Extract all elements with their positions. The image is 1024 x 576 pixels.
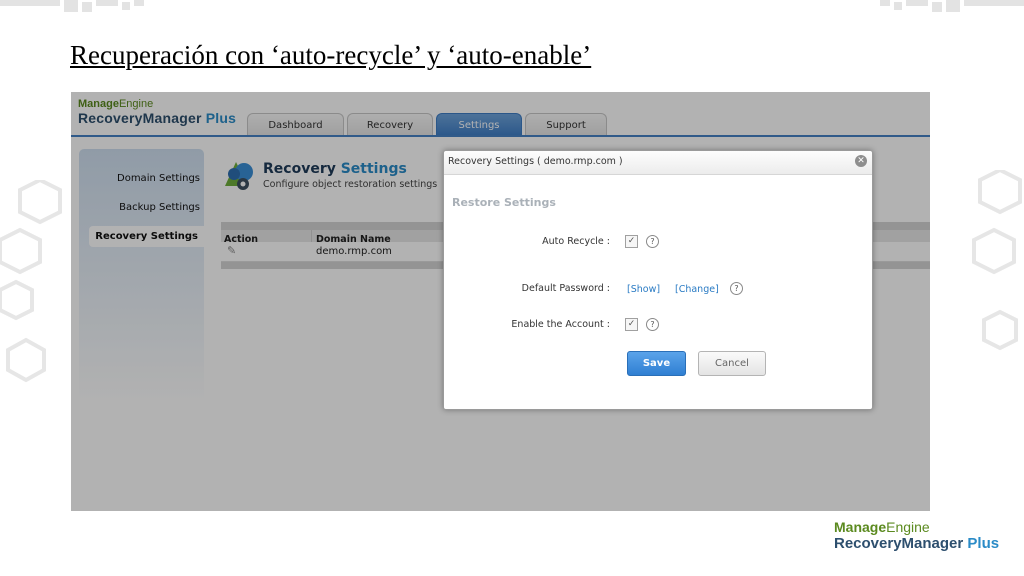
footer-product-plus: Plus — [967, 535, 1000, 552]
auto-recycle-checkbox[interactable]: ✓ — [625, 235, 638, 248]
help-icon[interactable]: ? — [646, 235, 659, 248]
dialog-title: Recovery Settings ( demo.rmp.com ) — [448, 156, 623, 167]
right-hexagon-decoration — [972, 170, 1022, 351]
default-password-label: Default Password : — [521, 283, 610, 294]
enable-account-checkbox[interactable]: ✓ — [625, 318, 638, 331]
footer-logo: ManageEngine RecoveryManager Plus — [834, 519, 999, 552]
recovery-settings-dialog: Recovery Settings ( demo.rmp.com ) ✕ Res… — [443, 150, 873, 410]
slide-title: Recuperación con ‘auto-recycle’ y ‘auto-… — [70, 40, 592, 70]
auto-recycle-label: Auto Recycle : — [542, 236, 610, 247]
dialog-header: Recovery Settings ( demo.rmp.com ) ✕ — [444, 151, 872, 175]
footer-product-main: RecoveryManager — [834, 535, 964, 552]
change-password-link[interactable]: [Change] — [675, 284, 719, 295]
footer-company-bold: Manage — [834, 519, 887, 535]
save-button[interactable]: Save — [627, 351, 686, 376]
top-left-decoration — [0, 0, 144, 12]
restore-settings-heading: Restore Settings — [452, 196, 556, 209]
help-icon[interactable]: ? — [730, 282, 743, 295]
app-screenshot: ManageEngine RecoveryManager Plus Dashbo… — [71, 92, 930, 511]
help-icon[interactable]: ? — [646, 318, 659, 331]
top-right-decoration — [880, 0, 1024, 12]
footer-company-rest: Engine — [886, 519, 930, 535]
left-hexagon-decoration — [0, 180, 62, 383]
close-icon[interactable]: ✕ — [855, 155, 867, 167]
enable-account-label: Enable the Account : — [511, 319, 610, 330]
show-password-link[interactable]: [Show] — [627, 284, 660, 295]
cancel-button[interactable]: Cancel — [698, 351, 766, 376]
